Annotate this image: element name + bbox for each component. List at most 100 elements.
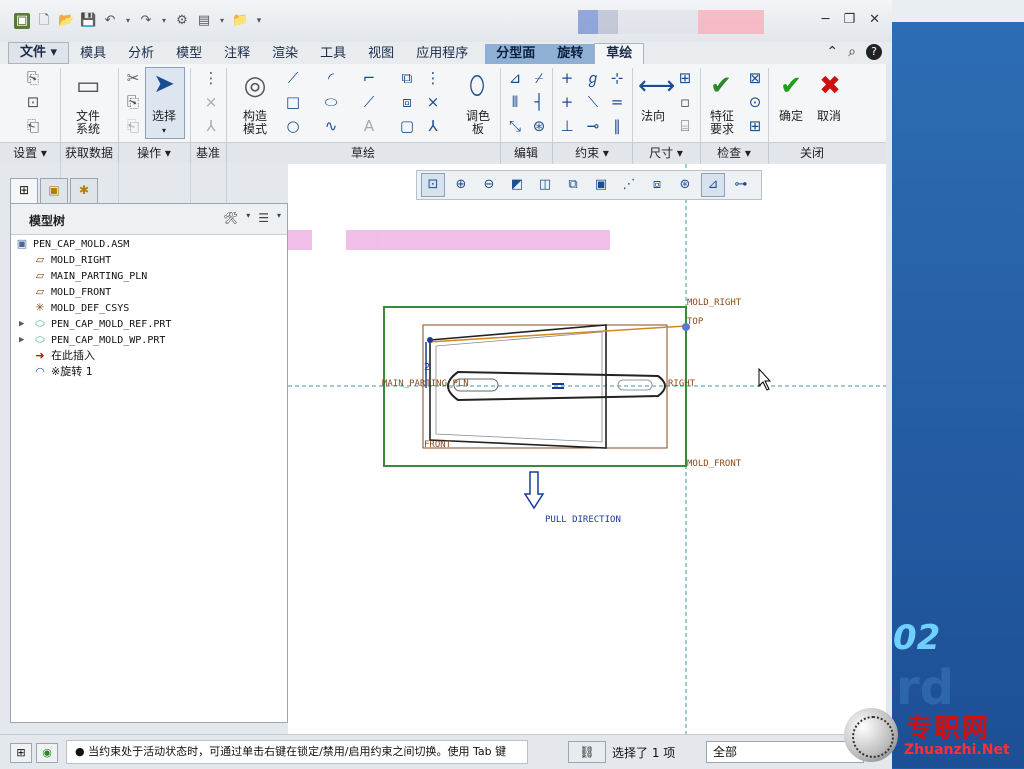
customize-dropdown-icon[interactable]: ▾ <box>254 13 264 29</box>
cancel-x-icon[interactable]: ✖ <box>815 72 845 100</box>
regenerate-icon[interactable]: ⚙ <box>174 13 190 29</box>
ok-button[interactable]: 确定 <box>772 110 810 123</box>
folder-browser-tab[interactable]: ▣ <box>40 178 68 204</box>
reference-icon[interactable]: ⊡ <box>24 94 42 110</box>
tab-mold[interactable]: 模具 <box>69 44 117 64</box>
normal-dimension-button[interactable]: 法向 <box>634 110 672 123</box>
copy-icon[interactable]: ⎘ <box>124 94 142 110</box>
window-icon[interactable]: ▤ <box>196 13 212 29</box>
tab-file[interactable]: 文件 ▾ <box>8 42 70 64</box>
rotate-resize-icon[interactable]: ⊛ <box>530 118 548 134</box>
cancel-button[interactable]: 取消 <box>810 110 848 123</box>
palette-button[interactable]: 调色 板 <box>458 110 498 136</box>
feature-requirements-icon[interactable]: ✔ <box>706 72 736 100</box>
select-button[interactable]: 选择 <box>145 110 183 123</box>
repaint-icon[interactable]: ◩ <box>505 173 529 197</box>
tree-columns-icon[interactable]: ☰ <box>258 211 269 225</box>
perpendicular-constraint-icon[interactable]: ⊥ <box>558 118 576 134</box>
redo-icon[interactable]: ↷ <box>138 13 154 29</box>
overlapping-geometry-icon[interactable]: ⊠ <box>746 70 764 86</box>
tab-model[interactable]: 模型 <box>165 44 213 64</box>
window-dropdown-icon[interactable]: ▾ <box>218 13 226 29</box>
text-icon[interactable]: A <box>360 118 378 134</box>
tab-analysis[interactable]: 分析 <box>117 44 165 64</box>
restore-button[interactable]: ❐ <box>843 12 855 27</box>
baseline-icon[interactable]: ⌸ <box>676 118 694 134</box>
parallel-constraint-icon[interactable]: ∥ <box>608 118 626 134</box>
shade-closed-loops-icon[interactable]: ⊞ <box>746 118 764 134</box>
fillet-icon[interactable]: ⌐ <box>360 70 378 86</box>
cut-icon[interactable]: ✂ <box>124 70 142 86</box>
tab-render[interactable]: 渲染 <box>261 44 309 64</box>
point-icon[interactable]: × <box>202 94 220 110</box>
new-icon[interactable]: 🗋 <box>36 13 52 29</box>
group-inspect[interactable]: 检查 ▾ <box>700 143 769 163</box>
select-arrow-icon[interactable]: ➤ <box>149 70 179 98</box>
group-operations[interactable]: 操作 ▾ <box>118 143 191 163</box>
favorites-tab[interactable]: ✱ <box>70 178 98 204</box>
vertical-constraint-icon[interactable]: + <box>558 70 576 86</box>
tree-columns-dropdown-icon[interactable]: ▾ <box>277 211 281 225</box>
horizontal-constraint-icon[interactable]: + <box>558 94 576 110</box>
tab-view[interactable]: 视图 <box>357 44 405 64</box>
search-icon[interactable]: ⌕ <box>848 44 856 60</box>
undo-dropdown-icon[interactable]: ▾ <box>124 13 132 29</box>
sketch-setup-icon[interactable]: ⎘ <box>24 70 42 86</box>
selection-filter-icon[interactable]: ⛓ <box>568 741 606 763</box>
construction-mode-icon[interactable]: ◎ <box>240 72 270 100</box>
zoom-out-icon[interactable]: ⊖ <box>477 173 501 197</box>
centerline-icon[interactable]: ⋮ <box>202 70 220 86</box>
tab-parting-surface[interactable]: 分型面 <box>485 44 547 64</box>
sketcher-constraints-icon[interactable]: ⊶ <box>729 173 753 197</box>
tree-settings-dropdown-icon[interactable]: ▾ <box>246 211 250 225</box>
tab-applications[interactable]: 应用程序 <box>405 44 479 64</box>
tab-annotate[interactable]: 注释 <box>213 44 261 64</box>
browser-toggle-icon[interactable]: ◉ <box>36 743 58 763</box>
expand-icon[interactable]: ▶ <box>19 332 24 348</box>
spline-icon[interactable]: ∿ <box>322 118 340 134</box>
tab-sketch[interactable]: 草绘 <box>594 43 645 64</box>
highlight-open-ends-icon[interactable]: ⊙ <box>746 94 764 110</box>
tree-node[interactable]: ✳ MOLD_DEF_CSYS <box>11 300 287 316</box>
rectangle-icon[interactable]: □ <box>284 94 302 110</box>
expand-icon[interactable]: ▶ <box>19 316 24 332</box>
file-system-icon[interactable]: ▭ <box>73 72 103 100</box>
tree-node[interactable]: ▣ PEN_CAP_MOLD.ASM <box>11 236 287 252</box>
close-button[interactable]: ✕ <box>869 12 880 27</box>
equal-constraint-icon[interactable]: = <box>608 94 626 110</box>
refit-icon[interactable]: ⊡ <box>421 173 445 197</box>
mirror-icon[interactable]: ⫴ <box>506 94 524 110</box>
zoom-in-icon[interactable]: ⊕ <box>449 173 473 197</box>
ok-check-icon[interactable]: ✔ <box>776 72 806 100</box>
saved-orientations-icon[interactable]: ⧉ <box>561 173 585 197</box>
selection-filter-dropdown[interactable]: 全部 <box>706 741 864 763</box>
open-icon[interactable]: 📂 <box>58 13 74 29</box>
reference-dimension-icon[interactable]: ▫ <box>676 94 694 110</box>
midpoint-constraint-icon[interactable]: ⟍ <box>584 94 602 110</box>
spin-center-icon[interactable]: ⊛ <box>673 173 697 197</box>
redo-dropdown-icon[interactable]: ▾ <box>160 13 168 29</box>
coincident-constraint-icon[interactable]: ⊸ <box>584 118 602 134</box>
dimension-label[interactable]: 2 <box>424 362 430 373</box>
project-icon[interactable]: ▢ <box>398 118 416 134</box>
ellipse-icon[interactable]: ⬭ <box>322 94 340 110</box>
annotation-display-icon[interactable]: ⧈ <box>645 173 669 197</box>
thicken-icon[interactable]: ⧈ <box>398 94 416 110</box>
coordinate-system-icon[interactable]: ⅄ <box>202 118 220 134</box>
file-system-button[interactable]: 文件 系统 <box>66 110 110 136</box>
navigator-toggle-icon[interactable]: ⊞ <box>10 743 32 763</box>
help-icon[interactable]: ? <box>866 44 882 60</box>
symmetric-constraint-icon[interactable]: ⊹ <box>608 70 626 86</box>
tree-node[interactable]: ▶ ⬭ PEN_CAP_MOLD_REF.PRT <box>11 316 287 332</box>
group-constrain[interactable]: 约束 ▾ <box>552 143 633 163</box>
centerline-sketch-icon[interactable]: ⋮ <box>424 70 442 86</box>
sketch-view-icon[interactable]: ⎗ <box>24 118 42 134</box>
normal-dimension-icon[interactable]: ⟷ <box>638 72 675 100</box>
tab-tools[interactable]: 工具 <box>309 44 357 64</box>
app-icon[interactable]: ▣ <box>14 13 30 29</box>
perimeter-icon[interactable]: ⊞ <box>676 70 694 86</box>
tree-node[interactable]: ◠ ※旋转 1 <box>11 364 287 380</box>
undo-icon[interactable]: ↶ <box>102 13 118 29</box>
point-sketch-icon[interactable]: × <box>424 94 442 110</box>
tree-node[interactable]: ▱ MOLD_FRONT <box>11 284 287 300</box>
